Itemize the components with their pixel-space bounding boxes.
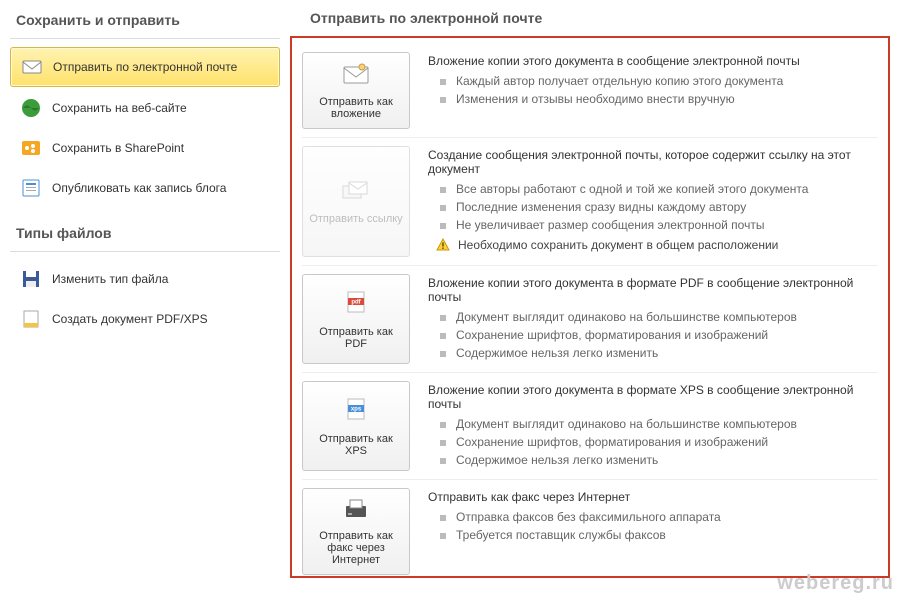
option-heading: Вложение копии этого документа в формате… [428,276,878,304]
save-as-icon [20,268,42,290]
svg-text:xps: xps [351,406,362,412]
sidebar-item-save-sharepoint[interactable]: Сохранить в SharePoint [10,129,280,167]
warning-icon [436,238,450,255]
option-bullet: Сохранение шрифтов, форматирования и изо… [440,435,878,449]
option-heading: Вложение копии этого документа в сообщен… [428,54,878,68]
svg-text:pdf: pdf [351,299,361,305]
link-icon [340,178,372,207]
sidebar-item-send-email[interactable]: Отправить по электронной почте [10,47,280,87]
option-warning: Необходимо сохранить документ в общем ра… [436,238,878,255]
sidebar-item-label: Отправить по электронной почте [53,60,237,74]
button-label: Отправить ссылку [309,213,402,225]
option-send-as-fax: Отправить как факс через Интернет Отправ… [302,479,878,578]
option-bullet: Все авторы работают с одной и той же коп… [440,182,878,196]
option-send-as-xps: xps Отправить как XPS Вложение копии это… [302,372,878,479]
option-bullet: Документ выглядит одинаково на большинст… [440,310,878,324]
button-label: Отправить как вложение [309,96,403,120]
option-send-link: Отправить ссылку Создание сообщения элек… [302,137,878,265]
divider [10,251,280,252]
sidebar-section-save-send: Сохранить и отправить [10,8,280,32]
fax-icon [341,497,371,524]
button-label: Отправить как XPS [309,433,403,457]
xps-icon: xps [342,396,370,427]
main-panel: Отправить по электронной почте Отправить… [290,0,900,601]
sharepoint-icon [20,137,42,159]
option-bullet: Отправка факсов без факсимильного аппара… [440,510,878,524]
sidebar-item-save-web[interactable]: Сохранить на веб-сайте [10,89,280,127]
pdf-icon: pdf [342,289,370,320]
option-bullet: Требуется поставщик службы факсов [440,528,878,542]
options-highlight-box: Отправить как вложение Вложение копии эт… [290,36,890,578]
sidebar-section-file-types: Типы файлов [10,221,280,245]
sidebar-item-label: Сохранить на веб-сайте [52,101,187,115]
email-icon [21,56,43,78]
option-bullet: Последние изменения сразу видны каждому … [440,200,878,214]
option-send-as-pdf: pdf Отправить как PDF Вложение копии это… [302,265,878,372]
send-as-fax-button[interactable]: Отправить как факс через Интернет [302,488,410,575]
divider [10,38,280,39]
option-bullet: Не увеличивает размер сообщения электрон… [440,218,878,232]
button-label: Отправить как PDF [309,326,403,350]
button-label: Отправить как факс через Интернет [309,530,403,566]
send-as-xps-button[interactable]: xps Отправить как XPS [302,381,410,471]
option-heading: Создание сообщения электронной почты, ко… [428,148,878,176]
sidebar-item-label: Изменить тип файла [52,272,168,286]
sidebar-item-label: Сохранить в SharePoint [52,141,184,155]
option-bullet: Содержимое нельзя легко изменить [440,346,878,360]
option-bullet: Сохранение шрифтов, форматирования и изо… [440,328,878,342]
send-link-button: Отправить ссылку [302,146,410,257]
option-bullet: Каждый автор получает отдельную копию эт… [440,74,878,88]
sidebar: Сохранить и отправить Отправить по элект… [0,0,290,601]
sidebar-item-label: Опубликовать как запись блога [52,181,226,195]
option-heading: Отправить как факс через Интернет [428,490,878,504]
sidebar-item-create-pdf-xps[interactable]: Создать документ PDF/XPS [10,300,280,338]
attachment-icon [340,61,372,90]
option-bullet: Содержимое нельзя легко изменить [440,453,878,467]
send-as-pdf-button[interactable]: pdf Отправить как PDF [302,274,410,364]
sidebar-item-label: Создать документ PDF/XPS [52,312,208,326]
blog-icon [20,177,42,199]
option-send-as-attachment: Отправить как вложение Вложение копии эт… [302,44,878,137]
sidebar-item-change-file-type[interactable]: Изменить тип файла [10,260,280,298]
main-title: Отправить по электронной почте [290,6,890,36]
globe-icon [20,97,42,119]
option-bullet: Изменения и отзывы необходимо внести вру… [440,92,878,106]
option-bullet: Документ выглядит одинаково на большинст… [440,417,878,431]
sidebar-item-publish-blog[interactable]: Опубликовать как запись блога [10,169,280,207]
option-heading: Вложение копии этого документа в формате… [428,383,878,411]
send-as-attachment-button[interactable]: Отправить как вложение [302,52,410,129]
pdf-xps-icon [20,308,42,330]
